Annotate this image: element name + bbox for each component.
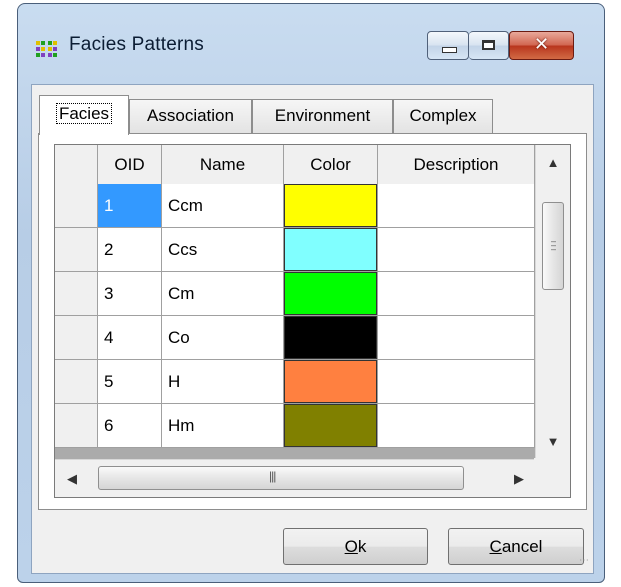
table-row[interactable]: 2 Ccs (55, 228, 535, 272)
cell-color[interactable] (284, 272, 378, 316)
cell-name[interactable]: Ccm (162, 184, 284, 228)
cell-oid[interactable]: 1 (98, 184, 162, 228)
tab-association[interactable]: Association (129, 99, 252, 133)
minimize-icon (442, 47, 457, 53)
grid-header-row: OID Name Color Description (55, 145, 535, 185)
row-header[interactable] (55, 404, 98, 448)
tab-facies[interactable]: Facies (39, 95, 129, 135)
table-row[interactable]: 6 Hm (55, 404, 535, 448)
resize-grip-icon[interactable]: ⋯ (579, 556, 591, 571)
color-swatch (284, 228, 377, 271)
cell-name[interactable]: Ccs (162, 228, 284, 272)
cell-name[interactable]: Co (162, 316, 284, 360)
facies-patterns-dialog: Facies Patterns ✕ Facies Association Env… (17, 3, 605, 583)
title-bar[interactable]: Facies Patterns ✕ (18, 4, 604, 86)
cell-color[interactable] (284, 316, 378, 360)
maximize-icon (482, 40, 495, 50)
cell-color[interactable] (284, 228, 378, 272)
column-header-color[interactable]: Color (284, 145, 378, 184)
cancel-button-label: Cancel (489, 537, 543, 556)
tab-label: Environment (274, 106, 371, 125)
cancel-button[interactable]: Cancel (448, 528, 584, 565)
color-swatch (284, 360, 377, 403)
cell-description[interactable] (378, 316, 535, 360)
cell-color[interactable] (284, 184, 378, 228)
row-header[interactable] (55, 184, 98, 228)
row-header[interactable] (55, 228, 98, 272)
cell-description[interactable] (378, 404, 535, 448)
cell-description[interactable] (378, 272, 535, 316)
cell-oid[interactable]: 5 (98, 360, 162, 404)
close-button[interactable]: ✕ (509, 31, 574, 60)
color-swatch (284, 272, 377, 315)
vertical-scrollbar[interactable]: ▲ – – – ▼ (535, 145, 570, 460)
color-swatch (284, 184, 377, 227)
cell-color[interactable] (284, 404, 378, 448)
vertical-scroll-thumb[interactable]: – – – (542, 202, 564, 290)
cell-oid[interactable]: 4 (98, 316, 162, 360)
color-swatch (284, 404, 377, 447)
cell-color[interactable] (284, 360, 378, 404)
scroll-up-arrow-icon[interactable]: ▲ (536, 145, 570, 181)
desktop-edge-left (0, 0, 8, 587)
dialog-client-area: Facies Association Environment Complex O… (31, 84, 594, 574)
tab-label: Association (147, 106, 234, 125)
tab-label: Facies (55, 103, 113, 124)
ok-button-label: Ok (344, 537, 367, 556)
table-row[interactable]: 5 H (55, 360, 535, 404)
facies-data-grid[interactable]: OID Name Color Description 1 Ccm 2 Ccs 3… (54, 144, 571, 498)
grip-icon: ||| (269, 469, 276, 483)
row-header[interactable] (55, 316, 98, 360)
scroll-down-arrow-icon[interactable]: ▼ (536, 424, 570, 460)
table-row[interactable]: 3 Cm (55, 272, 535, 316)
column-header-name[interactable]: Name (162, 145, 284, 184)
cell-description[interactable] (378, 184, 535, 228)
cell-oid[interactable]: 3 (98, 272, 162, 316)
cell-description[interactable] (378, 228, 535, 272)
color-swatch (284, 316, 377, 359)
window-title: Facies Patterns (69, 34, 204, 55)
cell-oid[interactable]: 2 (98, 228, 162, 272)
facies-app-icon (36, 41, 57, 57)
cell-name[interactable]: H (162, 360, 284, 404)
desktop-edge-right (613, 0, 621, 587)
column-header-oid[interactable]: OID (98, 145, 162, 184)
cell-oid[interactable]: 6 (98, 404, 162, 448)
tab-panel-facies: OID Name Color Description 1 Ccm 2 Ccs 3… (38, 133, 587, 510)
minimize-button[interactable] (427, 31, 469, 60)
scroll-right-arrow-icon[interactable]: ▶ (502, 460, 536, 497)
tab-complex[interactable]: Complex (393, 99, 493, 133)
ok-button[interactable]: Ok (283, 528, 428, 565)
maximize-button[interactable] (469, 31, 509, 60)
row-header-corner[interactable] (55, 145, 98, 184)
table-row[interactable]: 1 Ccm (55, 184, 535, 228)
scroll-left-arrow-icon[interactable]: ◀ (55, 460, 89, 497)
cell-name[interactable]: Cm (162, 272, 284, 316)
row-header[interactable] (55, 360, 98, 404)
cell-description[interactable] (378, 360, 535, 404)
horizontal-scrollbar[interactable]: ◀ ||| ▶ (55, 459, 536, 497)
horizontal-scroll-thumb[interactable]: ||| (98, 466, 464, 490)
tab-label: Complex (409, 106, 477, 125)
row-header[interactable] (55, 272, 98, 316)
close-icon: ✕ (533, 34, 550, 55)
table-row[interactable]: 4 Co (55, 316, 535, 360)
scrollbar-corner (534, 458, 570, 497)
tab-environment[interactable]: Environment (252, 99, 393, 133)
grip-icon: – – – (550, 236, 556, 254)
column-header-description[interactable]: Description (378, 145, 535, 184)
cell-name[interactable]: Hm (162, 404, 284, 448)
